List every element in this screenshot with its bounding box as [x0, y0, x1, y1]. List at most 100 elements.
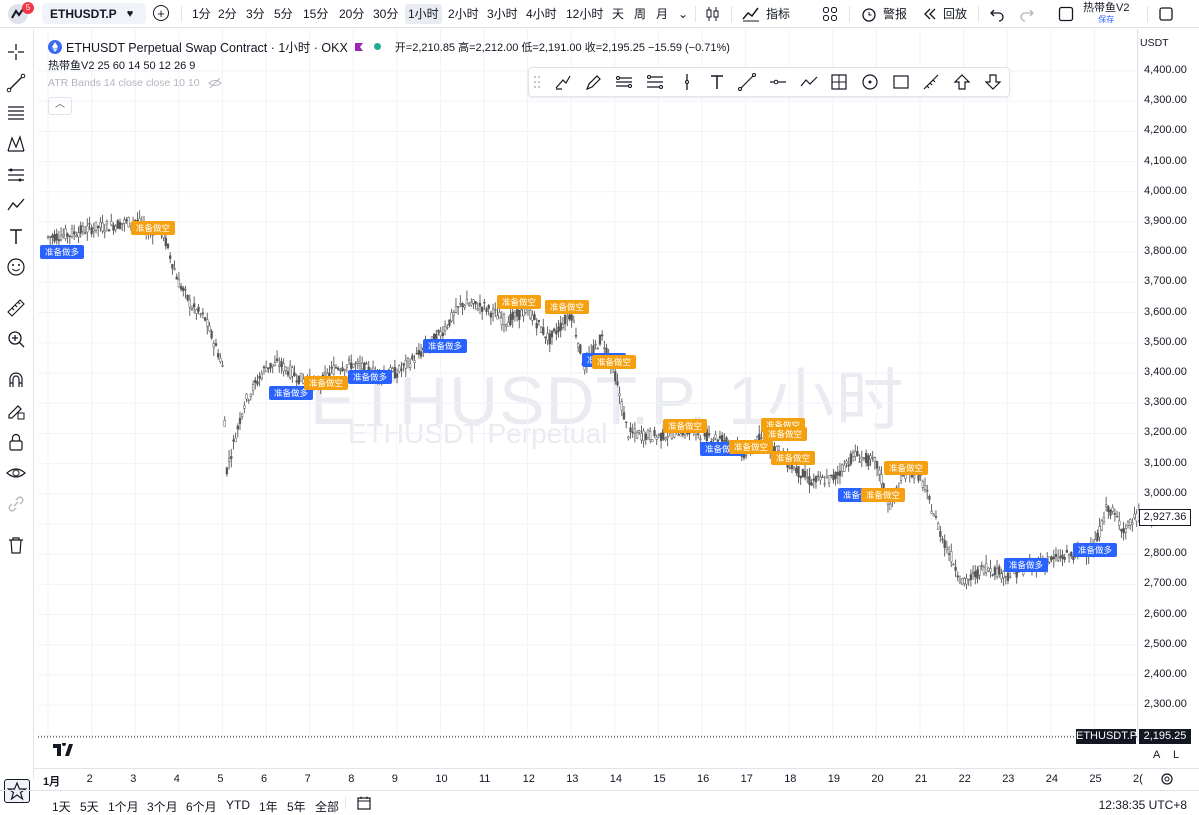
range-all[interactable]: 全部 [315, 798, 339, 815]
range-1m[interactable]: 1个月 [108, 798, 139, 815]
interval-5m[interactable]: 5分 [271, 4, 296, 24]
symbol-search-button[interactable]: ETHUSDT.P ♥ [42, 3, 146, 24]
redo-button[interactable] [1019, 4, 1035, 24]
hide-drawings-tool[interactable] [5, 462, 27, 484]
interval-1h[interactable]: 1小时 [405, 4, 442, 24]
currency-selector[interactable]: USDT [1140, 37, 1169, 49]
signal-long[interactable]: 准备做多 [40, 245, 85, 259]
auto-scale-button[interactable]: A [1153, 749, 1160, 761]
brush-tool[interactable] [5, 194, 27, 216]
stay-in-drawing-tool[interactable] [5, 400, 27, 422]
indicator-legend-2[interactable]: ATR Bands 14 close close 10 10 [48, 77, 222, 89]
interval-12h[interactable]: 12小时 [563, 4, 606, 24]
interval-dropdown-chevron-icon[interactable]: ⌄ [675, 4, 691, 24]
layout-name-button[interactable]: 热带鱼V2 保存 [1083, 2, 1129, 26]
indicator-legend-1[interactable]: 热带鱼V2 25 60 14 50 12 26 9 [48, 57, 195, 73]
chart-type-button[interactable] [704, 4, 722, 24]
vertical-line-icon[interactable] [677, 72, 697, 92]
range-1y[interactable]: 1年 [259, 798, 278, 815]
signal-long[interactable]: 准备做多 [348, 370, 393, 384]
arrow-down-icon[interactable] [983, 72, 1003, 92]
highlighter-icon[interactable] [584, 72, 604, 92]
interval-2h[interactable]: 2小时 [445, 4, 482, 24]
signal-short[interactable]: 准备做空 [861, 488, 906, 502]
range-3m[interactable]: 3个月 [147, 798, 178, 815]
time-axis-settings[interactable] [1160, 772, 1174, 791]
measure-tool[interactable] [5, 297, 27, 319]
trendline-icon[interactable] [737, 72, 757, 92]
range-6m[interactable]: 6个月 [186, 798, 217, 815]
tradingview-logo[interactable] [52, 742, 74, 762]
interval-week[interactable]: 周 [631, 4, 649, 24]
log-scale-button[interactable]: L [1173, 749, 1179, 761]
interval-20m[interactable]: 20分 [336, 4, 367, 24]
interval-3h[interactable]: 3小时 [484, 4, 521, 24]
range-1d[interactable]: 1天 [52, 798, 71, 815]
magnet-tool[interactable] [5, 369, 27, 391]
arrow-up-icon[interactable] [952, 72, 972, 92]
signal-short[interactable]: 准备做空 [884, 461, 929, 475]
signal-short[interactable]: 准备做空 [763, 427, 808, 441]
trendline-tool[interactable] [5, 72, 27, 94]
circle-icon[interactable] [860, 72, 880, 92]
range-5y[interactable]: 5年 [287, 798, 306, 815]
layout-checkbox[interactable] [1058, 4, 1074, 24]
lock-drawings-tool[interactable] [5, 431, 27, 453]
text-tool[interactable] [5, 225, 27, 247]
delete-drawings-tool[interactable] [5, 534, 27, 556]
eye-hidden-icon[interactable] [207, 77, 222, 89]
brush-icon[interactable] [553, 72, 573, 92]
candle-body [967, 579, 970, 581]
signal-long[interactable]: 准备做多 [1073, 543, 1118, 557]
parallel-channel-icon[interactable] [614, 72, 634, 92]
alert-button[interactable]: 警报 [860, 4, 907, 24]
signal-short[interactable]: 准备做空 [592, 355, 637, 369]
layouts-button[interactable] [822, 4, 838, 24]
interval-month[interactable]: 月 [653, 4, 671, 24]
crosshair-tool[interactable] [5, 41, 27, 63]
go-to-date-button[interactable] [356, 795, 372, 814]
replay-button[interactable]: 回放 [922, 4, 967, 24]
drag-handle-icon[interactable] [533, 73, 541, 93]
watchlist-heart-icon[interactable]: ♥ [127, 8, 134, 20]
signal-short[interactable]: 准备做空 [497, 295, 542, 309]
horizontal-ray-icon[interactable] [768, 72, 788, 92]
signal-short[interactable]: 准备做空 [545, 300, 590, 314]
rectangle-icon[interactable] [891, 72, 911, 92]
interval-2m[interactable]: 2分 [215, 4, 240, 24]
fib-tool[interactable] [5, 102, 27, 124]
interval-day[interactable]: 天 [609, 4, 627, 24]
interval-1m[interactable]: 1分 [189, 4, 214, 24]
emoji-tool[interactable] [5, 256, 27, 278]
signal-short[interactable]: 准备做空 [771, 451, 816, 465]
pattern-tool[interactable] [5, 133, 27, 155]
zoom-tool[interactable] [5, 328, 27, 350]
interval-15m[interactable]: 15分 [300, 4, 331, 24]
interval-30m[interactable]: 30分 [370, 4, 401, 24]
collapse-legend-chevron-icon[interactable]: ︿ [48, 97, 72, 115]
path-icon[interactable] [799, 72, 819, 92]
undo-button[interactable] [989, 4, 1005, 24]
signal-short[interactable]: 准备做空 [663, 419, 708, 433]
signal-long[interactable]: 准备做多 [423, 339, 468, 353]
app-logo[interactable]: 5 [6, 2, 34, 26]
signal-short[interactable]: 准备做空 [304, 376, 349, 390]
text-icon[interactable] [707, 72, 727, 92]
signal-long[interactable]: 准备做多 [1004, 558, 1049, 572]
regression-trend-icon[interactable] [645, 72, 665, 92]
more-options-button[interactable] [1158, 4, 1174, 24]
signal-short[interactable]: 准备做空 [131, 221, 176, 235]
ruler-icon[interactable] [921, 72, 941, 92]
signal-short[interactable]: 准备做空 [729, 440, 774, 454]
interval-3m[interactable]: 3分 [243, 4, 268, 24]
range-ytd[interactable]: YTD [226, 798, 250, 812]
prediction-tool[interactable] [5, 164, 27, 186]
link-tool[interactable] [5, 493, 27, 515]
date-price-range-icon[interactable] [829, 72, 849, 92]
compare-symbol-button[interactable]: + [153, 5, 169, 21]
clock[interactable]: 12:38:35 UTC+8 [1099, 798, 1187, 812]
indicators-button[interactable]: 指标 [741, 4, 790, 24]
range-5d[interactable]: 5天 [80, 798, 99, 815]
flag-icon[interactable] [354, 42, 364, 52]
interval-4h[interactable]: 4小时 [523, 4, 560, 24]
